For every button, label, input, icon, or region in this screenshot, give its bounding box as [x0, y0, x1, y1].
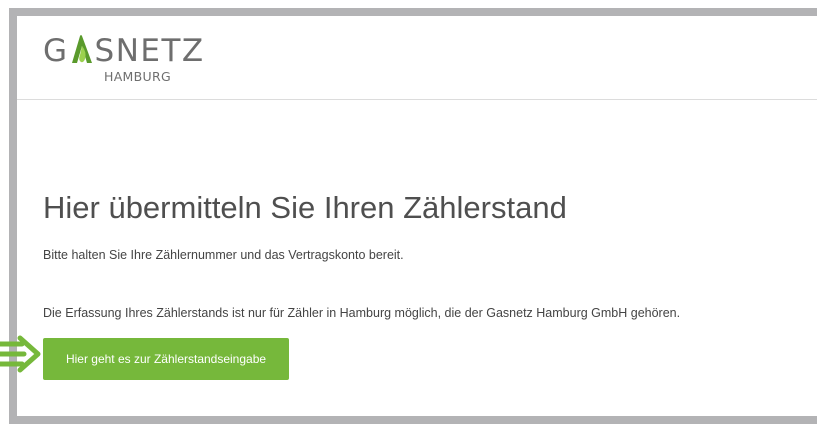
info-text-prepare: Bitte halten Sie Ihre Zählernummer und d… — [43, 248, 404, 262]
arrow-right-icon — [0, 335, 41, 373]
logo-wordmark: G SNETZ — [43, 34, 205, 68]
logo-letter-g: G — [43, 33, 69, 69]
meter-reading-entry-button[interactable]: Hier geht es zur Zählerstandseingabe — [43, 338, 289, 380]
gasnetz-logo[interactable]: G SNETZ HAMBURG — [43, 34, 203, 90]
info-text-scope: Die Erfassung Ihres Zählerstands ist nur… — [43, 306, 681, 320]
logo-letters-snetz: SNETZ — [94, 33, 205, 69]
page-title: Hier übermitteln Sie Ihren Zählerstand — [43, 190, 567, 225]
site-header: G SNETZ HAMBURG — [17, 16, 817, 100]
page: G SNETZ HAMBURG Hier übermitteln Sie Ihr… — [0, 0, 817, 430]
flame-icon — [70, 34, 94, 64]
browser-window: G SNETZ HAMBURG Hier übermitteln Sie Ihr… — [17, 16, 817, 416]
logo-subtitle: HAMBURG — [104, 69, 171, 84]
